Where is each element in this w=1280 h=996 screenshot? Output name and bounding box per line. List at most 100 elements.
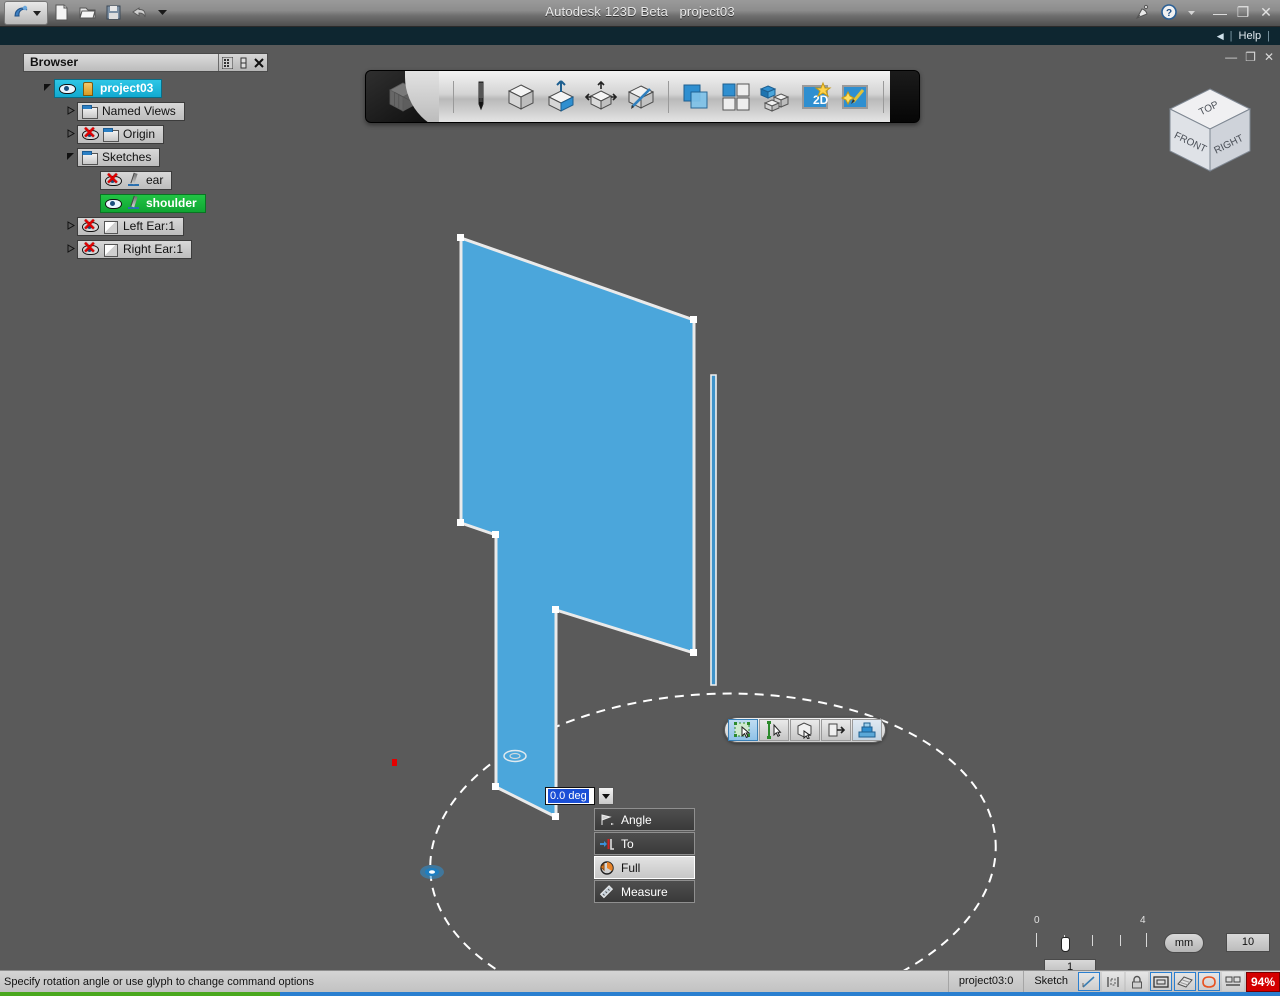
- visibility-on-icon[interactable]: [58, 81, 75, 96]
- tree-item-left-ear-1[interactable]: ✕Left Ear:1: [23, 216, 268, 236]
- progress-bar: [0, 992, 1280, 996]
- tree-item-chip[interactable]: ✕ Right Ear:1: [77, 240, 192, 259]
- sketch-face-shoulder: [461, 238, 694, 817]
- main-toolbar-buttons: 2D: [439, 71, 890, 122]
- tree-item-right-ear-1[interactable]: ✕ Right Ear:1: [23, 239, 268, 259]
- help-dropdown-caret-icon[interactable]: [1186, 3, 1205, 22]
- browser-header: Browser: [23, 53, 268, 72]
- tree-item-chip[interactable]: Sketches: [77, 148, 160, 167]
- visibility-off-icon[interactable]: ✕: [104, 173, 121, 188]
- document-minimize-button[interactable]: —: [1225, 50, 1237, 64]
- tree-item-ear[interactable]: ✕ear: [23, 170, 268, 190]
- workplane-icon[interactable]: [1150, 972, 1172, 991]
- tree-expander-icon[interactable]: [64, 221, 77, 232]
- select-solid-button[interactable]: [790, 719, 820, 741]
- status-bar-icons: [1078, 972, 1246, 991]
- visibility-on-icon[interactable]: [104, 196, 121, 211]
- sketch-icon: [125, 196, 142, 211]
- measure-icon: [595, 881, 619, 902]
- tree-item-origin[interactable]: ✕Origin: [23, 124, 268, 144]
- angle-input-field[interactable]: 0.0 deg: [545, 787, 595, 805]
- menu-item-to[interactable]: To: [594, 832, 695, 855]
- status-bar: Specify rotation angle or use glyph to c…: [0, 970, 1280, 992]
- browser-close-button[interactable]: [251, 54, 267, 71]
- visibility-off-icon[interactable]: ✕: [81, 242, 98, 257]
- status-message: Specify rotation angle or use glyph to c…: [0, 976, 948, 988]
- scale-max-box[interactable]: 10: [1226, 933, 1270, 952]
- document-restore-button[interactable]: ❐: [1245, 50, 1256, 64]
- tree-expander-icon[interactable]: [64, 129, 77, 140]
- menu-item-measure[interactable]: Measure: [594, 880, 695, 903]
- satellite-dish-icon[interactable]: [1134, 3, 1153, 22]
- browser-grid-button[interactable]: [219, 54, 235, 71]
- chevron-down-icon: [602, 794, 610, 799]
- snap-angle-icon[interactable]: [1078, 972, 1100, 991]
- folder-icon: [102, 127, 119, 142]
- constraint-icon[interactable]: [1102, 972, 1124, 991]
- window-minimize-button[interactable]: —: [1212, 5, 1228, 21]
- smart-tools-button[interactable]: [837, 77, 875, 117]
- assembly-button[interactable]: [757, 77, 795, 117]
- tree-item-chip[interactable]: ✕ear: [100, 171, 172, 190]
- help-question-icon[interactable]: ?: [1160, 3, 1179, 22]
- tree-expander-icon[interactable]: [64, 244, 77, 255]
- snap-vertex-icon[interactable]: [1198, 972, 1220, 991]
- primitives-cube-button[interactable]: [502, 77, 540, 117]
- select-face-button[interactable]: [728, 719, 758, 741]
- grid-icon[interactable]: [1174, 972, 1196, 991]
- tree-item-chip[interactable]: project03: [54, 79, 162, 98]
- tree-expander-icon[interactable]: [64, 152, 77, 163]
- twod-drawing-button[interactable]: 2D: [797, 77, 835, 117]
- extrude-direction-button[interactable]: [852, 719, 882, 741]
- angle-dropdown-caret[interactable]: [598, 787, 614, 805]
- tree-item-project03[interactable]: project03: [23, 78, 268, 98]
- tree-item-sketches[interactable]: Sketches: [23, 147, 268, 167]
- document-title-text: project03: [680, 4, 735, 19]
- select-workplane-button[interactable]: [821, 719, 851, 741]
- combine-button[interactable]: [677, 77, 715, 117]
- sketch-pencil-button[interactable]: [462, 77, 500, 117]
- visibility-off-icon[interactable]: ✕: [81, 219, 98, 234]
- tree-item-label: Right Ear:1: [123, 241, 183, 258]
- tree-expander-icon[interactable]: [41, 83, 54, 94]
- ribbon-scroll-left-icon[interactable]: ◀: [1217, 31, 1224, 42]
- app-cube-logo[interactable]: [366, 71, 439, 122]
- tree-item-chip[interactable]: Named Views: [77, 102, 185, 121]
- modify-button[interactable]: [582, 77, 620, 117]
- lock-icon[interactable]: [1126, 972, 1148, 991]
- origin-marker: [392, 759, 397, 766]
- scale-tick-2: [1092, 935, 1093, 946]
- view-cube[interactable]: TOP FRONT RIGHT: [1162, 83, 1258, 179]
- document-close-button[interactable]: ✕: [1264, 50, 1274, 64]
- scale-tick-label-left: 0: [1034, 915, 1040, 926]
- sketch-on-face-button[interactable]: [622, 77, 660, 117]
- tree-item-chip[interactable]: ✕Origin: [77, 125, 164, 144]
- menu-item-angle[interactable]: Angle: [594, 808, 695, 831]
- application-window: Autodesk 123D Beta project03 ? — ❐ ✕ ◀ |…: [0, 0, 1280, 996]
- display-icon[interactable]: [1222, 972, 1244, 991]
- tree-item-chip[interactable]: ✕Left Ear:1: [77, 217, 184, 236]
- tree-item-named-views[interactable]: Named Views: [23, 101, 268, 121]
- window-close-button[interactable]: ✕: [1258, 4, 1274, 21]
- tree-item-shoulder[interactable]: shoulder: [23, 193, 268, 213]
- angle-input-group: 0.0 deg: [545, 787, 614, 805]
- tree-expander-icon[interactable]: [64, 106, 77, 117]
- menu-item-label: To: [619, 837, 634, 851]
- menu-item-label: Angle: [619, 813, 652, 827]
- title-bar: Autodesk 123D Beta project03 ? — ❐ ✕: [0, 0, 1280, 27]
- full-icon: [595, 857, 619, 878]
- tree-item-chip[interactable]: shoulder: [100, 194, 206, 213]
- document-area: — ❐ ✕ Browser project03 Named Views ✕Origi…: [0, 45, 1280, 970]
- help-link[interactable]: Help: [1239, 30, 1262, 42]
- grid-layout-button[interactable]: [717, 77, 755, 117]
- zoom-percent-badge[interactable]: 94%: [1246, 972, 1280, 992]
- main-toolbar: 2D: [365, 70, 920, 123]
- scale-slider-handle[interactable]: [1061, 937, 1070, 952]
- browser-dock-button[interactable]: [235, 54, 251, 71]
- unit-pill[interactable]: mm: [1164, 933, 1204, 953]
- window-restore-button[interactable]: ❐: [1235, 4, 1251, 21]
- select-edge-button[interactable]: [759, 719, 789, 741]
- menu-item-full[interactable]: Full: [594, 856, 695, 879]
- extrude-button[interactable]: [542, 77, 580, 117]
- visibility-off-icon[interactable]: ✕: [81, 127, 98, 142]
